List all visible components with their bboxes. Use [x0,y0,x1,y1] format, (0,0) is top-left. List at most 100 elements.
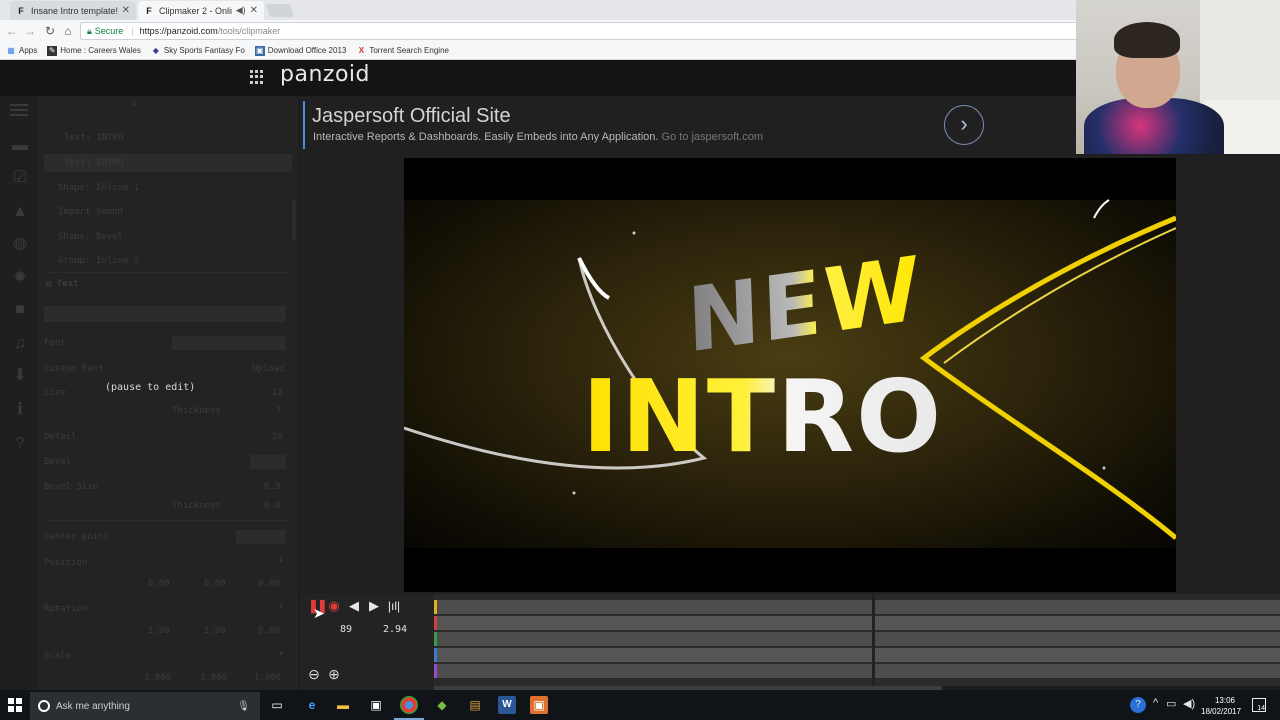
bookmark-careers-wales[interactable]: ✎ Home : Careers Wales [47,45,141,56]
layers-scrollbar[interactable] [292,200,296,240]
rotation-x[interactable]: 1.00 [148,626,170,636]
folder-icon[interactable]: ▬ [10,136,30,156]
apps-grid-icon: ▦ [7,45,15,55]
back-icon[interactable]: ← [4,23,20,39]
waveform-icon[interactable]: |ıl| [386,598,402,614]
close-tab-icon[interactable]: ✕ [122,5,130,16]
layer-row[interactable]: Group: Inline 2 [58,256,139,266]
layer-row[interactable]: Text: INTRO [64,133,124,143]
bevel-toggle[interactable] [250,455,286,469]
ad-link[interactable]: Go to jaspersoft.com [662,131,764,143]
scale-x[interactable]: 1.000 [144,673,171,683]
position-x[interactable]: 0.00 [148,579,170,589]
layer-row[interactable]: Import Sound [58,207,123,217]
image-icon[interactable]: ▲ [10,202,30,222]
add-keyframe-icon[interactable]: + [278,649,283,659]
add-layer-icon[interactable]: + · · · · [132,100,181,110]
zoom-in-icon[interactable]: ⊕ [325,665,343,683]
audio-playing-icon[interactable]: ◀) [236,5,246,16]
scale-z[interactable]: 1.000 [254,673,281,683]
layer-row[interactable]: Text: INTRO [64,158,124,168]
task-view-icon[interactable]: ▭ [268,696,286,714]
shapes-icon[interactable]: ■ [10,300,30,320]
forward-icon[interactable]: → [22,23,38,39]
position-y[interactable]: 0.00 [204,579,226,589]
layer-row[interactable]: Shape: Inline 1 [58,183,139,193]
center-point-select[interactable] [236,530,286,544]
text-input[interactable] [44,306,286,322]
network-icon[interactable]: ▭ [1166,697,1176,710]
panzoid-logo[interactable]: panzoid [280,62,370,87]
section-title: ▤ Text [46,279,79,289]
app-menu-grid-icon[interactable] [250,70,264,84]
action-center-icon[interactable]: 14 [1252,698,1266,712]
bookmark-office[interactable]: ▣ Download Office 2013 [254,45,346,56]
detail-value[interactable]: 20 [272,432,283,442]
hamburger-menu-icon[interactable] [10,104,28,119]
edge-browser-icon[interactable]: e [303,696,321,714]
media-app-icon[interactable]: ▣ [530,696,548,714]
close-tab-icon[interactable]: ✕ [250,5,258,16]
address-bar[interactable]: 🔒︎ Secure | https://panzoid.com /tools/c… [80,22,1080,40]
eye-preview-icon[interactable]: ◉ [326,598,342,614]
layer-row[interactable]: Shape: Bevel [58,232,123,242]
help-icon[interactable]: ? [10,434,30,454]
timeline-track[interactable] [434,616,1280,630]
word-icon[interactable]: W [498,696,516,714]
add-keyframe-icon[interactable]: + [278,602,283,612]
music-icon[interactable]: ♫ [10,334,30,354]
info-icon[interactable]: ℹ [10,400,30,420]
upload-link[interactable]: Upload [252,364,285,374]
bookmark-apps[interactable]: ▦ Apps [6,46,37,56]
taskbar-date[interactable]: 18/02/2017 [1201,707,1241,716]
timeline-tracks[interactable] [434,594,1280,690]
position-z[interactable]: 0.00 [258,579,280,589]
zoom-out-icon[interactable]: ⊖ [305,665,323,683]
preview-canvas[interactable]: NEW INTRO [404,158,1176,592]
home-icon[interactable]: ⌂ [60,23,76,39]
timeline-track[interactable] [434,664,1280,678]
ad-title[interactable]: Jaspersoft Official Site [312,105,511,128]
torrent-icon: X [358,45,365,55]
chrome-icon[interactable] [400,696,418,714]
bluestacks-icon[interactable]: ◆ [433,696,451,714]
bevel-thickness-value[interactable]: 0.8 [264,501,280,511]
bookmark-sky-sports[interactable]: ◆ Sky Sports Fantasy Fo [151,46,245,56]
rotation-z[interactable]: 0.00 [258,626,280,636]
winrar-icon[interactable]: ▤ [466,696,484,714]
browser-tab-2[interactable]: F Clipmaker 2 - Online ◀) ✕ [138,1,264,20]
add-keyframe-icon[interactable]: + [278,556,283,566]
browser-tab-1[interactable]: F Insane Intro template! ✕ [10,1,136,20]
rotation-y[interactable]: 1.00 [204,626,226,636]
globe-icon[interactable]: ◍ [10,234,30,254]
microphone-icon[interactable]: 🎙︎ [237,701,250,712]
tray-chevron-icon[interactable]: ^ [1153,697,1158,709]
size-value[interactable]: 12 [272,388,283,398]
download-icon[interactable]: ⬇ [10,366,30,386]
help-tray-icon[interactable]: ? [1130,697,1146,713]
timeline-track[interactable] [434,648,1280,662]
new-tab-button[interactable] [265,4,295,17]
taskbar-time[interactable]: 13:06 [1210,696,1240,705]
bevel-size-value[interactable]: 0.3 [264,482,280,492]
cortana-search-box[interactable]: Ask me anything 🎙︎ [30,692,260,720]
ad-arrow-icon[interactable]: › [944,105,984,145]
timeline-track[interactable] [434,632,1280,646]
bookmark-torrent[interactable]: X Torrent Search Engine [356,46,449,56]
file-explorer-icon[interactable]: ▬ [334,696,352,714]
checkbox-icon[interactable]: ☑ [10,168,30,188]
reload-icon[interactable]: ↻ [42,23,58,39]
volume-tray-icon[interactable]: ◀) [1183,697,1195,710]
play-step-icon[interactable]: ▶ [366,598,382,614]
burst-icon[interactable]: ✸ [10,268,30,288]
timeline-playhead[interactable] [872,594,875,686]
volume-icon[interactable]: ◀ [346,598,362,614]
thickness-value[interactable]: 7 [276,406,281,416]
windows-start-icon[interactable] [8,698,22,712]
field-label: Font [44,338,66,348]
scale-y[interactable]: 1.000 [200,673,227,683]
font-select[interactable] [172,336,286,350]
field-label: Size [44,388,66,398]
store-icon[interactable]: ▣ [367,696,385,714]
timeline-track[interactable] [434,600,1280,614]
